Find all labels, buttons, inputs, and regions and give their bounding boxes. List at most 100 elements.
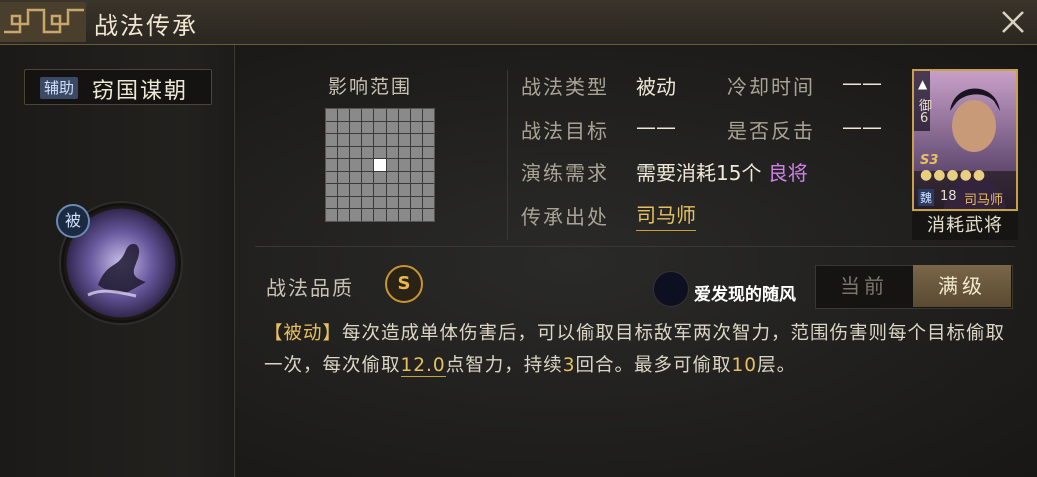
skill-category-tag: 辅助 — [40, 77, 79, 99]
target-value: —— — [636, 115, 676, 139]
range-cell — [362, 209, 374, 221]
range-cell — [338, 146, 350, 159]
range-cell — [338, 134, 350, 146]
training-label: 演练需求 — [521, 161, 609, 185]
range-cell-center — [374, 159, 386, 171]
range-cell — [374, 196, 386, 209]
range-cell — [350, 146, 362, 159]
training-count: 15个 — [716, 161, 762, 185]
range-cell — [326, 171, 338, 184]
cooldown-label: 冷却时间 — [727, 75, 815, 99]
quality-label: 战法品质 — [266, 276, 354, 300]
range-cell — [338, 159, 350, 171]
range-cell — [398, 146, 410, 159]
range-cell — [350, 209, 362, 221]
counter-label: 是否反击 — [727, 119, 815, 143]
range-cell — [350, 184, 362, 196]
hero-caption: 消耗武将 — [912, 212, 1018, 240]
training-prefix: 需要消耗 — [636, 161, 716, 185]
desc-tag: 【被动】 — [264, 323, 343, 344]
close-icon[interactable] — [995, 4, 1031, 40]
range-label: 影响范围 — [328, 76, 413, 98]
range-cell — [386, 196, 398, 209]
range-cell — [350, 134, 362, 146]
range-cell — [338, 184, 350, 196]
range-cell — [422, 121, 434, 134]
range-cell — [398, 159, 410, 171]
range-cell — [326, 121, 338, 134]
range-cell — [386, 184, 398, 196]
range-cell — [362, 109, 374, 121]
range-cell — [398, 184, 410, 196]
range-cell — [338, 196, 350, 209]
range-cell — [374, 134, 386, 146]
range-cell — [350, 159, 362, 171]
type-label: 战法类型 — [521, 75, 609, 99]
range-cell — [410, 109, 422, 121]
range-cell — [362, 146, 374, 159]
range-cell — [386, 134, 398, 146]
range-cell — [338, 209, 350, 221]
desc-stacks: 10 — [731, 355, 758, 376]
range-cell — [338, 121, 350, 134]
range-cell — [362, 196, 374, 209]
hero-cost: 18 — [940, 189, 957, 204]
range-cell — [326, 196, 338, 209]
range-cell — [374, 121, 386, 134]
range-cell — [350, 196, 362, 209]
range-cell — [410, 209, 422, 221]
toggle-max-button[interactable]: 满级 — [913, 265, 1011, 307]
range-cell — [410, 146, 422, 159]
range-cell — [362, 171, 374, 184]
vertical-divider — [507, 70, 508, 240]
range-cell — [326, 146, 338, 159]
range-cell — [386, 209, 398, 221]
range-cell — [374, 184, 386, 196]
hero-name: 司马师 — [964, 193, 1004, 208]
range-cell — [326, 109, 338, 121]
window-title: 战法传承 — [94, 12, 198, 40]
training-quality: 良将 — [767, 161, 808, 185]
skill-description: 【被动】每次造成单体伤害后，可以偷取目标敌军两次智力，范围伤害则每个目标偷取一次… — [264, 318, 1014, 382]
watermark-logo-icon — [653, 271, 689, 307]
range-cell — [410, 196, 422, 209]
desc-part4: 层。 — [757, 355, 797, 376]
range-cell — [386, 109, 398, 121]
target-label: 战法目标 — [521, 119, 609, 143]
toggle-current-button[interactable]: 当前 — [815, 265, 913, 307]
range-cell — [362, 184, 374, 196]
horizontal-divider — [255, 246, 1015, 247]
type-value: 被动 — [636, 75, 676, 99]
title-ornament-icon — [0, 2, 86, 42]
title-bar: 战法传承 — [0, 0, 1037, 45]
range-cell — [386, 146, 398, 159]
origin-value[interactable]: 司马师 — [636, 199, 696, 231]
range-cell — [350, 171, 362, 184]
range-cell — [422, 209, 434, 221]
skill-name: 窃国谋朝 — [92, 79, 189, 104]
range-cell — [422, 184, 434, 196]
range-cell — [398, 121, 410, 134]
desc-turns: 3 — [562, 355, 576, 376]
hero-side-num: 6 — [920, 111, 929, 126]
range-grid — [325, 108, 435, 222]
range-cell — [398, 109, 410, 121]
hero-arrow-icon: ▲ — [918, 77, 928, 91]
range-cell — [386, 121, 398, 134]
cooldown-value: —— — [842, 71, 882, 95]
range-cell — [374, 171, 386, 184]
range-cell — [422, 134, 434, 146]
range-cell — [338, 171, 350, 184]
range-cell — [398, 209, 410, 221]
desc-amount: 12.0 — [400, 355, 446, 377]
range-cell — [326, 159, 338, 171]
range-cell — [374, 209, 386, 221]
hero-card[interactable]: ▲ 御 6 S3 ●●●●● 魏 18 司马师 — [912, 69, 1018, 211]
origin-label: 传承出处 — [521, 205, 609, 229]
range-cell — [410, 171, 422, 184]
desc-part3: 回合。最多可偷取 — [575, 355, 732, 376]
range-cell — [422, 109, 434, 121]
desc-part2: 点智力，持续 — [445, 355, 563, 376]
range-cell — [398, 196, 410, 209]
range-cell — [374, 109, 386, 121]
